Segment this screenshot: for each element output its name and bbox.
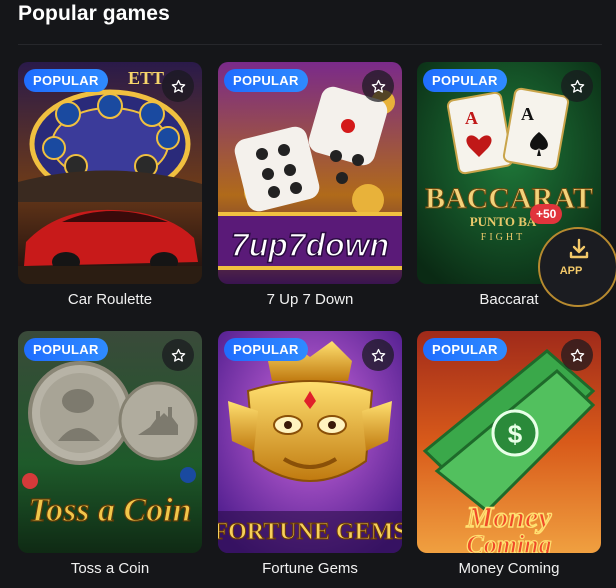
star-icon	[371, 79, 385, 93]
section-title: Popular games	[18, 2, 170, 25]
favorite-button[interactable]	[362, 339, 394, 371]
star-icon	[371, 348, 385, 362]
app-label: APP	[559, 265, 583, 277]
game-title[interactable]: Fortune Gems	[218, 560, 402, 577]
game-title[interactable]: Car Roulette	[18, 291, 202, 308]
star-icon	[171, 348, 185, 362]
game-title[interactable]: 7 Up 7 Down	[218, 291, 402, 308]
bonus-badge: +50	[530, 204, 563, 224]
popular-badge: POPULAR	[224, 338, 308, 361]
art-text: 7up7down	[231, 227, 389, 263]
popular-badge: POPULAR	[423, 69, 507, 92]
art-text: BACCARAT	[425, 182, 593, 215]
art-subtext: PUNTO BA	[470, 214, 537, 229]
section-divider	[18, 44, 602, 45]
art-text: Toss a Coin	[28, 492, 191, 529]
game-card-toss-a-coin[interactable]: Toss a Coin POPULAR Toss a Coin	[18, 331, 202, 577]
game-thumbnail[interactable]: FORTUNE GEMS POPULAR	[218, 331, 402, 553]
art-text: ETT	[128, 68, 164, 88]
download-icon	[569, 238, 589, 259]
art-subtext: Coming	[466, 530, 551, 553]
svg-text:A: A	[465, 108, 478, 128]
game-title[interactable]: Toss a Coin	[18, 560, 202, 577]
star-icon	[570, 348, 584, 362]
favorite-button[interactable]	[162, 70, 194, 102]
game-thumbnail[interactable]: $ Money Coming POPULAR	[417, 331, 601, 553]
svg-text:A: A	[521, 104, 534, 124]
art-subtext2: FIGHT	[481, 232, 525, 243]
game-card-fortune-gems[interactable]: FORTUNE GEMS POPULAR Fortune Gems	[218, 331, 402, 577]
favorite-button[interactable]	[561, 339, 593, 371]
svg-text:$: $	[508, 419, 523, 449]
game-thumbnail[interactable]: Toss a Coin POPULAR	[18, 331, 202, 553]
game-card-money-coming[interactable]: $ Money Coming POPULAR Money Coming	[417, 331, 601, 577]
game-title[interactable]: Money Coming	[417, 560, 601, 577]
star-icon	[570, 79, 584, 93]
popular-badge: POPULAR	[423, 338, 507, 361]
game-thumbnail[interactable]: ETT POPULAR	[18, 62, 202, 284]
favorite-button[interactable]	[162, 339, 194, 371]
popular-badge: POPULAR	[224, 69, 308, 92]
popular-badge: POPULAR	[24, 338, 108, 361]
favorite-button[interactable]	[362, 70, 394, 102]
art-text: FORTUNE GEMS	[218, 519, 402, 545]
game-card-car-roulette[interactable]: ETT POPULAR Car Roulette	[18, 62, 202, 308]
star-icon	[171, 79, 185, 93]
popular-badge: POPULAR	[24, 69, 108, 92]
game-card-7up7down[interactable]: 7up7down POPULAR 7 Up 7 Down	[218, 62, 402, 308]
app-download-button[interactable]: APP	[538, 227, 616, 307]
game-thumbnail[interactable]: 7up7down POPULAR	[218, 62, 402, 284]
favorite-button[interactable]	[561, 70, 593, 102]
